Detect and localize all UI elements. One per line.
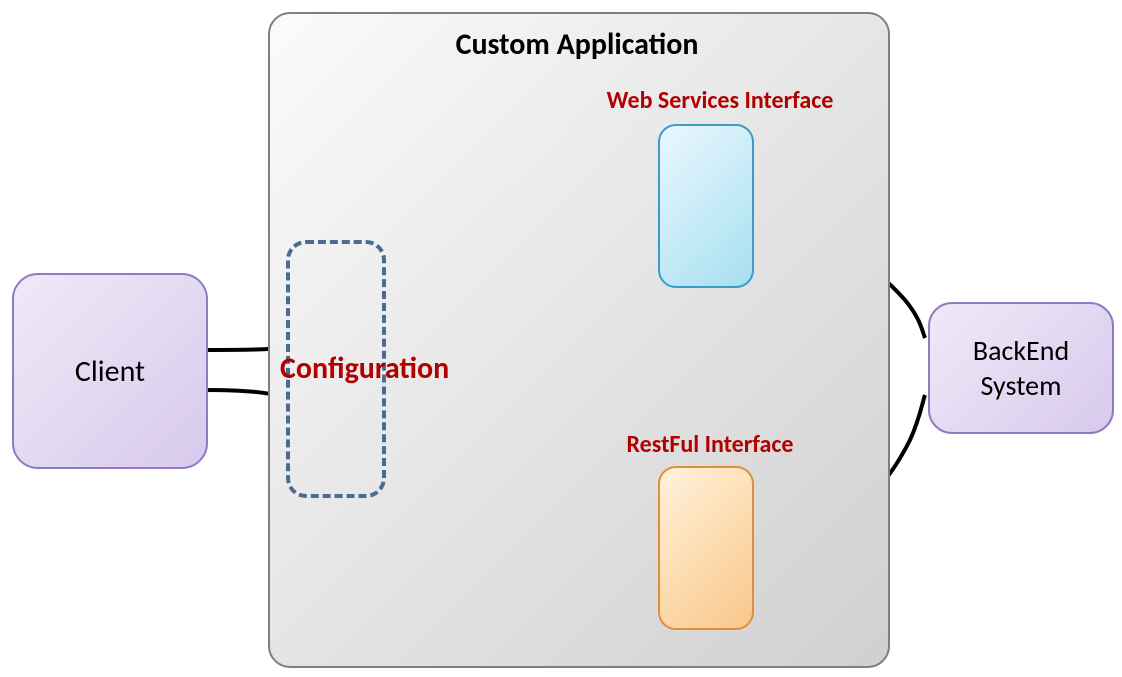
restful-node xyxy=(658,466,754,630)
client-label: Client xyxy=(75,353,145,390)
web-services-node xyxy=(658,124,754,288)
diagram-stage: Custom Application Client BackEnd System… xyxy=(0,0,1122,677)
restful-label: RestFul Interface xyxy=(560,430,860,459)
backend-node: BackEnd System xyxy=(928,302,1114,434)
web-services-label: Web Services Interface xyxy=(560,86,880,115)
configuration-label: Configuration xyxy=(280,350,449,387)
backend-label: BackEnd System xyxy=(930,333,1112,403)
custom-application-title: Custom Application xyxy=(268,26,886,63)
client-node: Client xyxy=(12,273,208,469)
